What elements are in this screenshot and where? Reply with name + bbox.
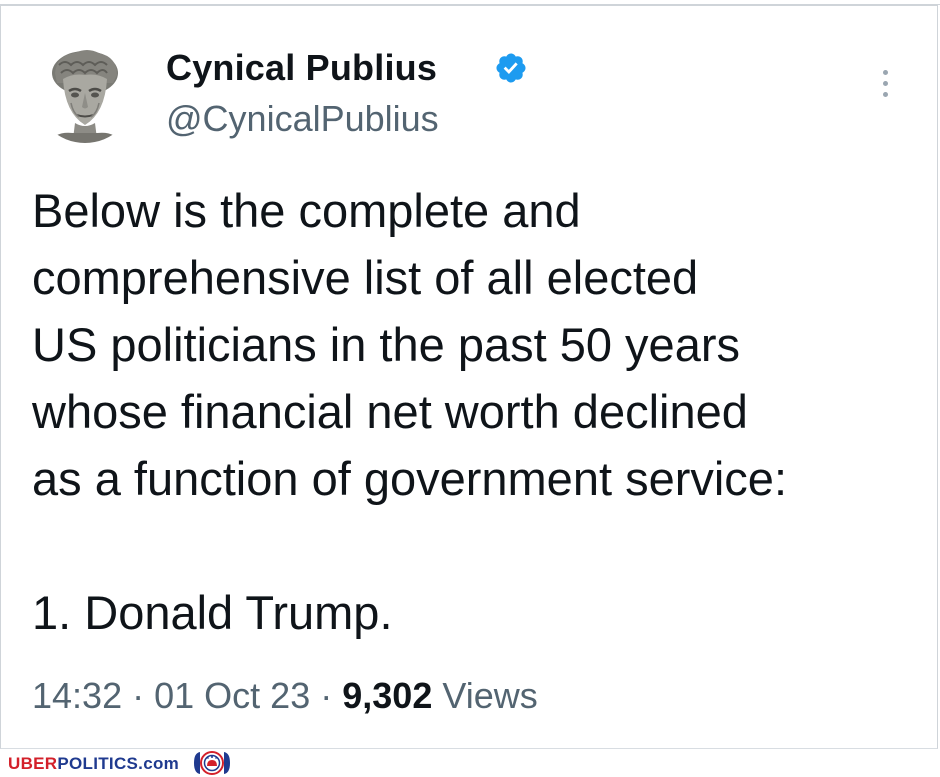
tweet-text-line: whose financial net worth declined xyxy=(32,385,748,438)
verified-badge-icon xyxy=(496,53,526,83)
tweet-text-line: as a function of government service: xyxy=(32,452,788,505)
tweet-text-line: 1. Donald Trump. xyxy=(32,586,393,639)
views-label: Views xyxy=(442,675,538,716)
tweet-card: Cynical Publius @CynicalPublius Below is… xyxy=(0,5,938,749)
watermark-text: UBERPOLITICS.com xyxy=(8,754,179,774)
tweet-text-line: US politicians in the past 50 years xyxy=(32,318,740,371)
meta-separator: · xyxy=(320,675,333,716)
tweet-text-blank-line xyxy=(32,512,912,579)
marble-bust-avatar-icon xyxy=(35,43,135,143)
views-count[interactable]: 9,302 xyxy=(342,675,432,716)
tweet-text: Below is the complete and comprehensive … xyxy=(32,177,912,646)
watermark-brand-part: UBER xyxy=(8,754,58,773)
author-display-name[interactable]: Cynical Publius xyxy=(166,47,437,89)
watermark-brand-part: .com xyxy=(138,754,180,773)
tweet-date[interactable]: 01 Oct 23 xyxy=(154,675,310,716)
author-avatar[interactable] xyxy=(35,43,135,143)
watermark-bar: UBERPOLITICS.com xyxy=(0,749,940,777)
meta-separator: · xyxy=(132,675,145,716)
tweet-time[interactable]: 14:32 xyxy=(32,675,122,716)
tweet-text-line: Below is the complete and xyxy=(32,184,581,237)
author-handle[interactable]: @CynicalPublius xyxy=(166,98,439,140)
tweet-meta: 14:32 · 01 Oct 23 · 9,302 Views xyxy=(32,675,538,717)
tweet-text-line: comprehensive list of all elected xyxy=(32,251,699,304)
watermark-brand-part: POLITICS xyxy=(57,754,139,773)
more-vertical-icon[interactable] xyxy=(878,70,892,106)
elephant-donkey-seal-icon xyxy=(194,751,230,775)
